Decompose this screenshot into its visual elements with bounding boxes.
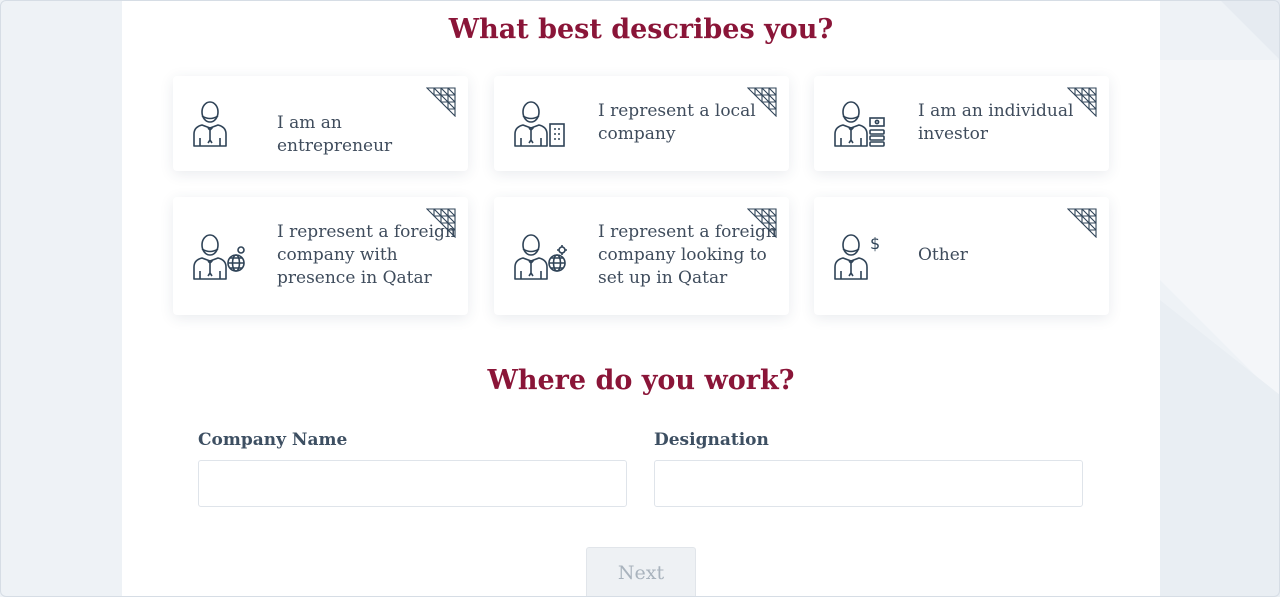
option-card-individual-investor[interactable]: I am an individual investor xyxy=(814,76,1109,171)
designation-input[interactable] xyxy=(654,460,1083,507)
triangle-grid-icon xyxy=(426,208,456,238)
local-company-icon xyxy=(514,101,565,147)
work-heading: Where do you work? xyxy=(487,365,795,396)
background-decoration xyxy=(1160,0,1280,597)
triangle-grid-icon xyxy=(747,208,777,238)
option-card-foreign-presence[interactable]: I represent a foreign company with prese… xyxy=(173,197,468,315)
other-icon: $ xyxy=(834,234,880,280)
foreign-company-presence-icon xyxy=(193,234,245,280)
next-button[interactable]: Next xyxy=(586,547,696,597)
foreign-company-setup-icon xyxy=(514,234,567,280)
triangle-grid-icon xyxy=(1067,87,1097,117)
form-panel: What best describes you? I am an entrepr… xyxy=(122,0,1160,597)
option-card-local-company[interactable]: I represent a local company xyxy=(494,76,789,171)
designation-label: Designation xyxy=(654,430,769,450)
option-label: I am an entrepreneur xyxy=(277,113,393,156)
company-name-label: Company Name xyxy=(198,430,348,450)
triangle-grid-icon xyxy=(1067,208,1097,238)
company-name-input[interactable] xyxy=(198,460,627,507)
option-card-other[interactable]: $ Other xyxy=(814,197,1109,315)
entrepreneur-icon xyxy=(191,100,233,148)
option-card-foreign-setup[interactable]: I represent a foreign company looking to… xyxy=(494,197,789,315)
option-card-entrepreneur[interactable]: I am an entrepreneur xyxy=(173,76,468,171)
individual-investor-icon xyxy=(834,101,885,147)
triangle-grid-icon xyxy=(747,87,777,117)
profile-heading: What best describes you? xyxy=(448,14,834,45)
triangle-grid-icon xyxy=(426,87,456,117)
svg-text:$: $ xyxy=(870,234,880,253)
option-label: Other xyxy=(918,245,968,265)
